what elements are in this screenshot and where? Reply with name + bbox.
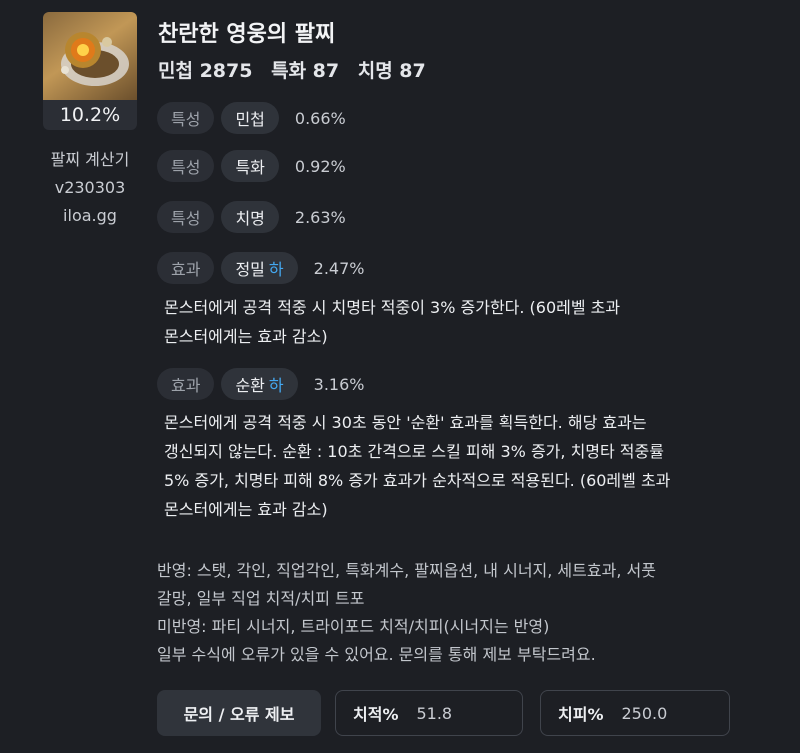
option-value: 0.92% — [294, 156, 346, 176]
option-type-tag: 효과 — [157, 252, 215, 284]
option-name: 치명 — [235, 209, 265, 228]
note-line: 미반영: 파티 시너지, 트라이포드 치적/치피(시너지는 반영) — [157, 617, 550, 636]
report-button[interactable]: 문의 / 오류 제보 — [157, 690, 321, 736]
description-line: 몬스터에게 공격 적중 시 치명타 적중이 3% 증가한다. (60레벨 초과 — [164, 298, 621, 317]
option-name: 민첩 — [235, 110, 265, 129]
option-grade: 하 — [268, 376, 284, 395]
calculator-info: 팔찌 계산기 v230303 iloa.gg — [51, 146, 130, 230]
option-name-tag: 정밀 하 — [221, 252, 298, 284]
bracelet-icon — [43, 12, 137, 100]
item-name: 찬란한 영웅의 팔찌 — [158, 22, 336, 47]
crit-rate-field[interactable]: 치적% 51.8 — [335, 690, 523, 736]
notes-section: 반영: 스탯, 각인, 직업각인, 특화계수, 팔찌옵션, 내 시너지, 세트효… — [157, 557, 777, 669]
option-description-cycle: 몬스터에게 공격 적중 시 30초 동안 '순환' 효과를 획득한다. 해당 효… — [164, 408, 764, 524]
option-row-cycle: 효과 순환 하 3.16% — [157, 368, 364, 400]
option-name-tag: 치명 — [221, 201, 279, 233]
note-line: 반영: 스탯, 각인, 직업각인, 특화계수, 팔찌옵션, 내 시너지, 세트효… — [157, 561, 656, 580]
description-line: 몬스터에게는 효과 감소) — [164, 327, 328, 346]
option-name: 정밀 — [235, 260, 265, 279]
option-name: 순환 — [235, 376, 265, 395]
option-row-precision: 효과 정밀 하 2.47% — [157, 252, 364, 284]
calculator-title: 팔찌 계산기 — [50, 150, 130, 169]
item-panel: 10.2% 팔찌 계산기 v230303 iloa.gg — [43, 12, 137, 230]
crit-damage-field[interactable]: 치피% 250.0 — [540, 690, 730, 736]
stat-specialization: 특화 87 — [271, 60, 340, 82]
crit-damage-label: 치피% — [558, 705, 604, 724]
option-type-tag: 특성 — [157, 201, 215, 233]
option-name-tag: 순환 하 — [221, 368, 298, 400]
calculator-site: iloa.gg — [63, 206, 117, 225]
item-percent: 10.2% — [43, 100, 137, 130]
description-line: 갱신되지 않는다. 순환 : 10초 간격으로 스킬 피해 3% 증가, 치명타… — [164, 442, 664, 461]
option-type-tag: 특성 — [157, 102, 215, 134]
option-type-tag: 효과 — [157, 368, 215, 400]
calculator-version: v230303 — [54, 178, 126, 197]
crit-rate-value[interactable]: 51.8 — [416, 704, 452, 723]
option-value: 2.63% — [294, 207, 346, 227]
item-stats: 민첩 2875 특화 87 치명 87 — [158, 56, 438, 83]
option-row-agility: 특성 민첩 0.66% — [157, 102, 346, 134]
description-line: 몬스터에게 공격 적중 시 30초 동안 '순환' 효과를 획득한다. 해당 효… — [164, 413, 647, 432]
stat-crit: 치명 87 — [357, 60, 426, 82]
note-line: 갈망, 일부 직업 치적/치피 트포 — [157, 589, 365, 608]
option-row-specialization: 특성 특화 0.92% — [157, 150, 346, 182]
stat-agility: 민첩 2875 — [158, 60, 253, 82]
crit-damage-value[interactable]: 250.0 — [621, 704, 667, 723]
option-name: 특화 — [235, 158, 265, 177]
description-line: 5% 증가, 치명타 피해 8% 증가 효과가 순차적으로 적용된다. (60레… — [164, 471, 671, 490]
option-description-precision: 몬스터에게 공격 적중 시 치명타 적중이 3% 증가한다. (60레벨 초과 … — [164, 293, 764, 351]
note-line: 일부 수식에 오류가 있을 수 있어요. 문의를 통해 제보 부탁드려요. — [157, 645, 596, 664]
option-row-crit: 특성 치명 2.63% — [157, 201, 346, 233]
crit-rate-label: 치적% — [353, 705, 399, 724]
option-value: 3.16% — [313, 374, 365, 394]
option-name-tag: 민첩 — [221, 102, 279, 134]
option-name-tag: 특화 — [221, 150, 279, 182]
description-line: 몬스터에게는 효과 감소) — [164, 500, 328, 519]
option-value: 0.66% — [294, 108, 346, 128]
option-grade: 하 — [268, 260, 284, 279]
option-value: 2.47% — [313, 258, 365, 278]
option-type-tag: 특성 — [157, 150, 215, 182]
